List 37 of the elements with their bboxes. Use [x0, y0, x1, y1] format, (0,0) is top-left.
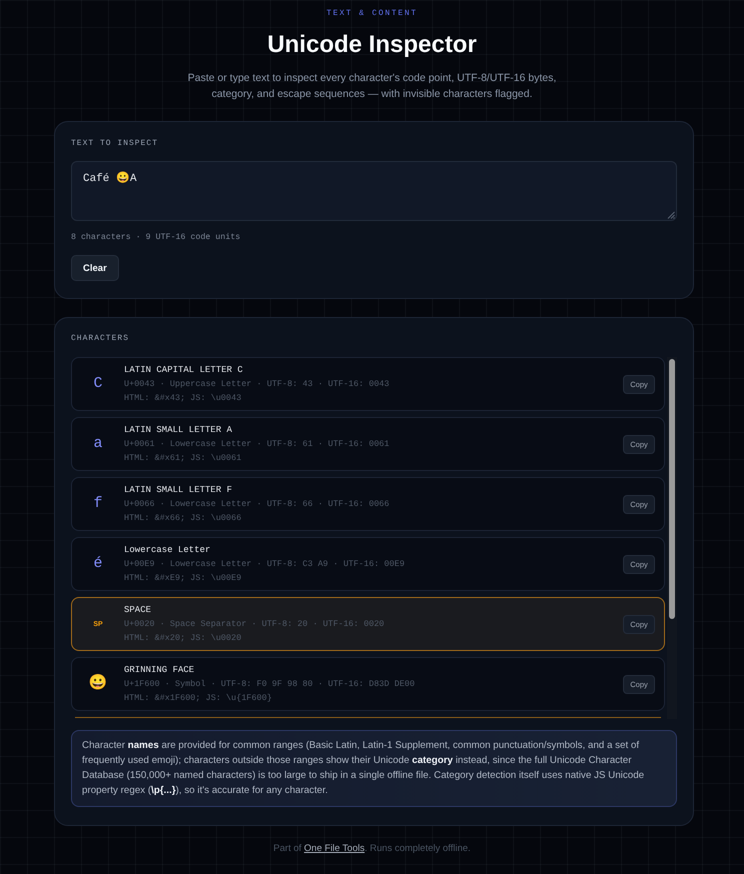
- character-details: U+0066 · Lowercase Letter · UTF-8: 66 · UTF-16: 0066: [124, 498, 390, 511]
- character-glyph: f: [93, 495, 102, 513]
- character-name: LATIN SMALL LETTER A: [124, 424, 234, 437]
- section-label: CHARACTERS: [71, 334, 130, 344]
- character-details: U+0043 · Uppercase Letter · UTF-8: 43 · UTF-16: 0043: [124, 378, 390, 391]
- character-details: U+0020 · Space Separator · UTF-8: 20 · UTF-16: 0020: [124, 618, 386, 631]
- character-name: Lowercase Letter: [124, 544, 212, 557]
- character-count: 8 characters · 9 UTF-16 code units: [71, 233, 242, 243]
- scrollbar[interactable]: [667, 357, 677, 719]
- section-label: TEXT TO INSPECT: [71, 139, 160, 149]
- character-name: GRINNING FACE: [124, 664, 196, 677]
- character-details: U+00E9 · Lowercase Letter · UTF-8: C3 A9 · UTF-16: 00E9: [124, 558, 406, 571]
- character-escapes: HTML: &#x1F600; JS: \u{1F600}: [124, 692, 273, 705]
- character-details: U+0061 · Lowercase Letter · UTF-8: 61 · UTF-16: 0061: [124, 438, 390, 451]
- scrollbar-thumb[interactable]: [669, 359, 675, 619]
- character-name: LATIN CAPITAL LETTER C: [124, 364, 244, 377]
- character-glyph: a: [93, 435, 102, 453]
- resize-grip-icon[interactable]: [667, 211, 675, 219]
- footer-text: Part of One File Tools. Runs completely offline.: [272, 842, 472, 856]
- page-title: Unicode Inspector: [267, 30, 477, 60]
- character-glyph: 😀: [88, 675, 108, 693]
- character-escapes: HTML: &#x43; JS: \u0043: [124, 392, 242, 405]
- character-glyph: é: [93, 555, 102, 573]
- character-escapes: HTML: &#xE9; JS: \u00E9: [124, 572, 242, 585]
- character-name: SPACE: [124, 604, 152, 617]
- clear-button[interactable]: Clear: [71, 255, 119, 281]
- text-input-field[interactable]: Café 😀A: [71, 161, 677, 221]
- page-subtitle: Paste or type text to inspect every character's code point, UTF-8/UTF-16 bytes, category, and escape sequences — with invisible characters flagged.: [186, 71, 558, 102]
- character-escapes: HTML: &#x66; JS: \u0066: [124, 512, 242, 525]
- character-escapes: HTML: &#x20; JS: \u0020: [124, 632, 242, 645]
- character-name: LATIN SMALL LETTER F: [124, 484, 234, 497]
- footer-link[interactable]: One File Tools: [304, 843, 365, 854]
- character-details: U+1F600 · Symbol · UTF-8: F0 9F 98 80 · UTF-16: D83D DE00: [124, 678, 416, 691]
- character-glyph: C: [93, 375, 102, 393]
- info-note: Character names are provided for common ranges (Basic Latin, Latin-1 Supplement, common punctuation/symbols, and a set of frequently used emoji); characters outside those ranges show their Unicode category instead, since the full Unicode Character Database (150,000+ named characters) is too large to ship in a single offline file. Category detection itself uses native JS Unicode property regex (\p{...}), so it's accurate for any character.: [71, 730, 677, 807]
- character-escapes: HTML: &#x61; JS: \u0061: [124, 452, 242, 465]
- eyebrow-label: TEXT & CONTENT: [326, 9, 418, 19]
